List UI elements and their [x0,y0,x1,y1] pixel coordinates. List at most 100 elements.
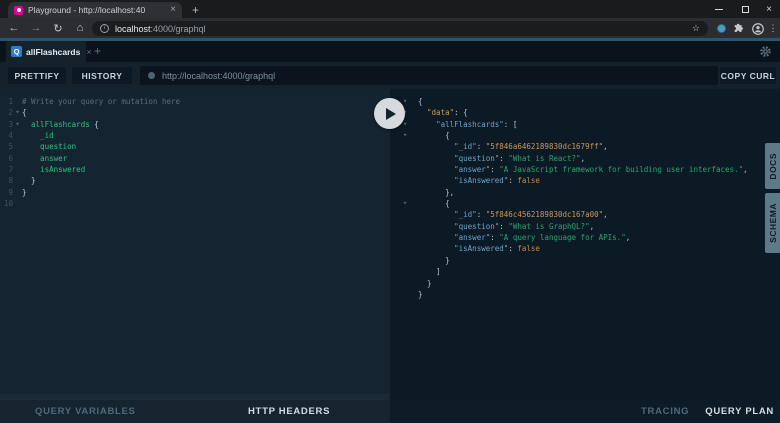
code-text: # Write your query or mutation here [22,97,181,106]
code-line: "_id": "5f846c4562189830dc167a00", [390,209,780,220]
prettify-button[interactable]: PRETTIFY [8,67,66,84]
history-button[interactable]: HISTORY [72,67,132,84]
code-line: 1 # Write your query or mutation here [0,96,390,107]
code-text: ] [418,267,441,277]
query-editor-pane[interactable]: 1 # Write your query or mutation here 2 ▾{3… [0,89,390,394]
code-text: } [22,176,36,186]
line-number: 5 [8,142,13,152]
code-line: } [390,278,780,289]
schema-reload-icon[interactable] [148,72,155,79]
code-text: }, [418,187,455,197]
reload-icon[interactable]: ↻ [48,18,68,38]
browser-tab[interactable]: Playground - http://localhost:40 × [8,2,182,18]
url-text: localhost:4000/graphql [115,24,206,34]
line-number: 9 [8,187,13,197]
playground-favicon-icon [14,5,23,15]
forward-icon[interactable]: → [26,18,46,38]
fold-gutter [13,153,22,164]
code-text: "question": "What is React?", [454,153,586,163]
browser-tab-title: Playground - http://localhost:40 [28,5,146,15]
session-tab-close-icon[interactable]: × [86,47,91,57]
window-close-button[interactable]: × [758,0,780,18]
play-icon [386,107,396,120]
session-tab-allflashcards[interactable]: Q allFlashcards × [6,41,92,62]
session-tab-label: allFlashcards [26,46,81,57]
graphql-playground: Q allFlashcards × + PRETTIFY HISTORY htt… [0,41,780,423]
fold-gutter [13,130,22,141]
copy-curl-button[interactable]: COPY CURL [720,67,776,84]
settings-gear-icon[interactable] [759,45,772,63]
code-line: "question": "What is React?", [390,153,780,164]
gear-glyph [760,46,771,57]
minimize-icon [715,8,723,10]
fold-gutter [390,164,418,175]
window-maximize-button[interactable] [732,0,758,18]
code-line: "answer": "A query language for APIs.", [390,232,780,243]
code-text: { [418,131,450,141]
code-line: "_id": "5f846a6462189830dc1679ff", [390,141,780,152]
maximize-icon [741,5,749,13]
code-text: { [22,108,27,118]
endpoint-input[interactable]: http://localhost:4000/graphql [140,66,718,85]
schema-side-tab[interactable]: SCHEMA [765,193,780,253]
code-line: "question": "What is GraphQL?", [390,221,780,232]
code-text: answer [22,153,68,163]
browser-titlebar: Playground - http://localhost:40 × + × [0,0,780,18]
code-line: ▾ "allFlashcards": [ [390,119,780,130]
line-number: 10 [3,199,13,209]
code-line: "isAnswered": false [390,175,780,186]
execute-query-button[interactable] [374,98,405,129]
line-number: 6 [8,153,13,163]
bookmark-star-icon[interactable]: ☆ [692,23,700,34]
code-text: _id [22,131,54,141]
http-headers-tab[interactable]: HTTP HEADERS [248,406,330,417]
tracing-tab[interactable]: TRACING [641,406,689,417]
playground-toolbar: PRETTIFY HISTORY http://localhost:4000/g… [0,62,780,89]
browser-new-tab-button[interactable]: + [192,3,199,17]
profile-avatar-icon[interactable] [750,21,765,36]
query-plan-tab[interactable]: QUERY PLAN [705,406,774,417]
code-text: } [418,278,432,288]
code-line: 2 ▾{ [0,107,390,118]
fold-gutter [390,221,418,232]
browser-menu-icon[interactable]: ⋮ [768,21,778,36]
new-session-tab-button[interactable]: + [94,44,101,58]
code-text: isAnswered [22,165,86,175]
code-text: "answer": "A query language for APIs.", [454,233,631,243]
extensions-puzzle-icon[interactable] [732,21,746,36]
window-minimize-button[interactable] [706,0,732,18]
code-text: } [22,187,27,197]
fold-toggle-icon[interactable]: ▾ [390,130,418,141]
avatar-glyph [751,22,764,35]
query-badge: Q [11,46,22,57]
extension-icon[interactable] [714,21,728,36]
fold-gutter [390,153,418,164]
fold-gutter [13,141,22,152]
code-line: }, [390,187,780,198]
fold-toggle-icon[interactable]: ▾ [13,107,22,118]
code-line: 3 ▾ allFlashcards { [0,119,390,130]
browser-tab-close-icon[interactable]: × [170,5,176,15]
code-line: 9} [0,187,390,198]
fold-gutter [390,209,418,220]
code-text: "answer": "A JavaScript framework for bu… [454,165,748,175]
fold-toggle-icon[interactable]: ▾ [390,198,418,209]
line-number: 2 [8,108,13,118]
site-info-icon[interactable]: i [100,24,109,33]
url-bar[interactable]: i localhost:4000/graphql ☆ [92,21,708,36]
fold-toggle-icon[interactable]: ▾ [13,119,22,130]
query-variables-tab[interactable]: QUERY VARIABLES [35,406,136,417]
bottom-right-bar: TRACING QUERY PLAN [390,400,780,423]
fold-gutter [13,187,22,198]
code-line: "isAnswered": false [390,243,780,254]
code-line: ▾ { [390,130,780,141]
fold-gutter [390,175,418,186]
puzzle-glyph [734,23,743,32]
home-icon[interactable]: ⌂ [70,18,90,38]
back-icon[interactable]: ← [4,18,24,38]
docs-side-tab[interactable]: DOCS [765,143,780,189]
line-number: 3 [8,119,13,129]
code-line: 8 } [0,175,390,186]
query-editor-code[interactable]: 1 # Write your query or mutation here 2 ▾{3… [0,96,390,209]
